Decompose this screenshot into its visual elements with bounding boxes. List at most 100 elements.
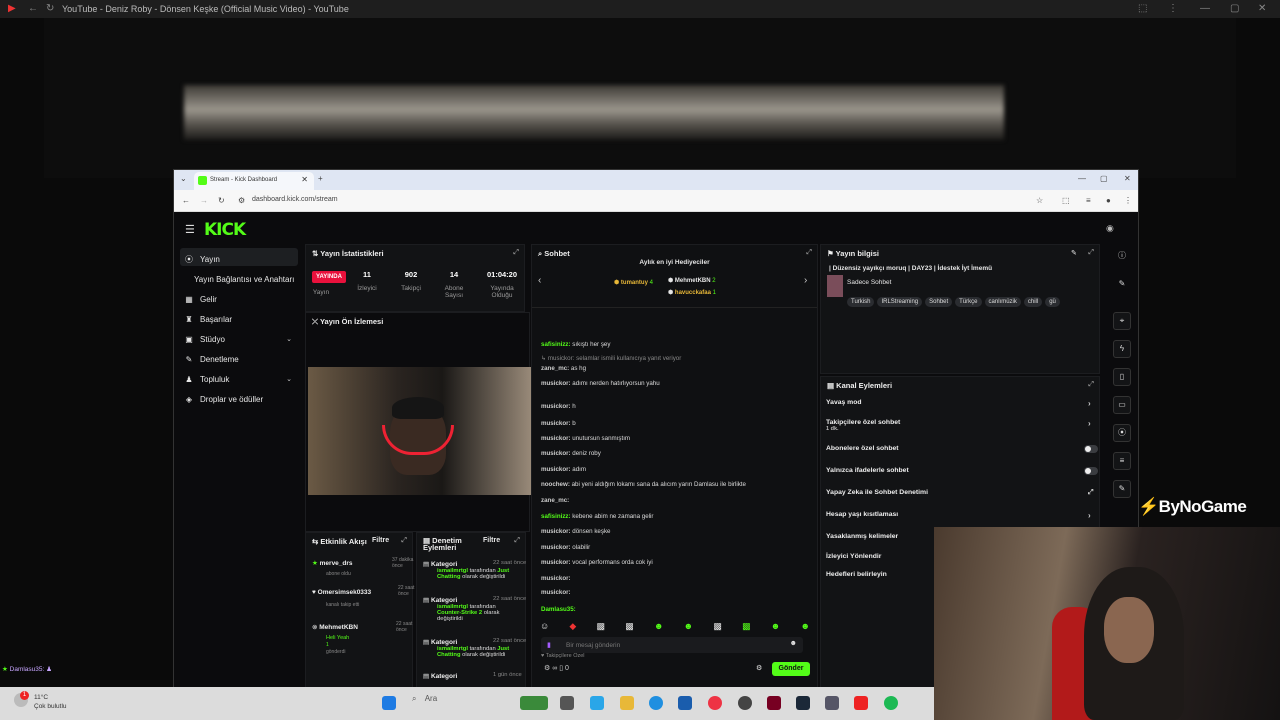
emote-icon[interactable]: ☻ xyxy=(654,621,663,632)
menu-icon[interactable]: ⋮ xyxy=(1168,3,1178,14)
activity-filter-button[interactable]: Filtre xyxy=(372,537,389,544)
maximize-icon[interactable]: ▢ xyxy=(1100,174,1108,183)
channel-action-item[interactable]: Yavaş mod › xyxy=(826,399,1091,408)
chat-username[interactable]: musickor: xyxy=(541,528,571,535)
sidebar-item-denetleme[interactable]: ✎ Denetleme xyxy=(180,348,298,366)
chat-username[interactable]: musickor: xyxy=(541,559,571,566)
steam-icon[interactable] xyxy=(796,696,810,710)
chat-username[interactable]: noochew: xyxy=(541,481,570,488)
emote-icon[interactable]: ☻ xyxy=(684,621,693,632)
expand-icon[interactable]: ⤢ xyxy=(513,249,519,257)
media-icon[interactable]: ≡ xyxy=(1086,196,1091,205)
send-button[interactable]: Gönder xyxy=(772,662,810,676)
trash-icon[interactable]: ▯ xyxy=(559,665,563,672)
app-icon[interactable] xyxy=(825,696,839,710)
channel-action-item[interactable]: Yapay Zeka ile Sohbet Denetimi ⤢ xyxy=(826,489,1094,496)
emoji-icon[interactable]: ☻ xyxy=(790,640,797,647)
loop-icon[interactable]: ∞ xyxy=(552,665,557,672)
wrench-icon[interactable]: ✎ xyxy=(1113,480,1131,498)
widgets-icon[interactable] xyxy=(520,696,548,710)
settings-icon[interactable]: ⚙ xyxy=(756,664,762,672)
chat-username[interactable]: musickor: xyxy=(541,420,571,427)
youtube-video[interactable] xyxy=(44,18,1236,178)
emote-icon[interactable]: ☻ xyxy=(800,621,809,632)
channel-action-item[interactable]: İzleyici Yönlendir xyxy=(826,553,881,560)
chat-username[interactable]: musickor: xyxy=(541,403,571,410)
pen-icon[interactable]: ✎ xyxy=(1113,276,1131,294)
emote-icon[interactable]: ▩ xyxy=(597,621,606,632)
chat-icon[interactable]: ▭ xyxy=(1113,396,1131,414)
chat-username[interactable]: safisinizz: xyxy=(541,513,571,520)
emote-icon[interactable]: ▩ xyxy=(742,621,751,632)
channel-action-item[interactable]: Yalnızca ifadelerle sohbet xyxy=(826,467,1098,475)
chat-username[interactable]: musickor: xyxy=(541,380,571,387)
chat-username[interactable]: musickor: xyxy=(541,466,571,473)
chat-username[interactable]: musickor: xyxy=(541,450,571,457)
chat-username[interactable]: safisinizz: xyxy=(541,341,571,348)
stream-preview-video[interactable] xyxy=(308,367,532,495)
hamburger-icon[interactable]: ☰ xyxy=(185,223,195,236)
expand-icon[interactable]: ⤢ xyxy=(806,249,812,257)
app-icon[interactable] xyxy=(678,696,692,710)
toggle-switch[interactable] xyxy=(1084,467,1098,475)
user-avatar[interactable]: ◉ xyxy=(1106,223,1114,234)
channel-action-item[interactable]: Hesap yaşı kısıtlaması › xyxy=(826,511,1091,520)
chrome-icon[interactable] xyxy=(708,696,722,710)
broadcast-icon[interactable]: ⦿ xyxy=(1113,424,1131,442)
close-icon[interactable]: ✕ xyxy=(1258,3,1266,14)
obs-icon[interactable] xyxy=(738,696,752,710)
emote-icon[interactable]: ▩ xyxy=(625,621,634,632)
browser-menu-icon[interactable]: ⋮ xyxy=(1124,196,1132,205)
chat-username[interactable]: zane_mc: xyxy=(541,497,569,504)
chevron-left-icon[interactable]: ‹ xyxy=(538,275,541,286)
tab-close-icon[interactable]: ✕ xyxy=(301,175,308,184)
edge-icon[interactable] xyxy=(649,696,663,710)
youtube-icon[interactable] xyxy=(854,696,868,710)
info-icon[interactable]: ⓘ xyxy=(1113,248,1131,266)
reload-icon[interactable]: ↻ xyxy=(218,196,225,205)
extension-icon[interactable]: ⬚ xyxy=(1062,196,1070,205)
sidebar-item-studyo[interactable]: ▣ Stüdyo ⌄ xyxy=(180,328,298,346)
tag-chip[interactable]: IRLStreaming xyxy=(877,297,923,307)
tag-chip[interactable]: chill xyxy=(1023,297,1043,307)
channel-action-item[interactable]: Abonelere özel sohbet xyxy=(826,445,1098,453)
reload-icon[interactable]: ↻ xyxy=(46,3,54,14)
close-icon[interactable]: ✕ xyxy=(1124,174,1131,183)
back-icon[interactable]: ← xyxy=(28,3,38,14)
emote-icon[interactable]: ▩ xyxy=(713,621,722,632)
channel-action-item[interactable]: Takipçilere özel sohbet 1 dk. › xyxy=(826,419,1091,432)
expand-icon[interactable]: ⤢ xyxy=(514,537,520,545)
forward-icon[interactable]: → xyxy=(200,196,208,205)
chat-username[interactable]: musickor: xyxy=(541,575,571,582)
chat-input[interactable]: ▮ Bir mesaj gönderin ☻ xyxy=(541,637,803,653)
windows-start-icon[interactable] xyxy=(382,696,396,710)
new-tab-icon[interactable]: + xyxy=(318,174,323,183)
sidebar-item-gelir[interactable]: ▦ Gelir xyxy=(180,288,298,306)
trash-icon[interactable]: ▯ xyxy=(1113,368,1131,386)
store-icon[interactable] xyxy=(590,696,604,710)
tag-chip[interactable]: Turkish xyxy=(847,297,875,307)
emote-icon[interactable]: ☺ xyxy=(540,621,549,632)
chat-username[interactable]: musickor: xyxy=(541,435,571,442)
task-view-icon[interactable] xyxy=(560,696,574,710)
folder-icon[interactable] xyxy=(620,696,634,710)
tag-chip[interactable]: Türkçe xyxy=(955,297,982,307)
chat-username[interactable]: zane_mc: xyxy=(541,365,569,372)
channel-action-item[interactable]: Yasaklanmış kelimeler xyxy=(826,533,898,540)
crosshair-icon[interactable]: ⌖ xyxy=(1113,312,1131,330)
expand-icon[interactable]: ⤢ xyxy=(1088,249,1094,257)
sidebar-item-basarilar[interactable]: ♜ Başarılar xyxy=(180,308,298,326)
tab-search-icon[interactable]: ⌄ xyxy=(180,174,187,183)
app-icon[interactable] xyxy=(767,696,781,710)
sidebar-item-yayin[interactable]: ⦿ Yayın xyxy=(180,248,298,266)
sidebar-item-key[interactable]: Yayın Bağlantısı ve Anahtarı xyxy=(180,268,298,286)
chat-username[interactable]: musickor: xyxy=(541,589,571,596)
minimize-icon[interactable]: — xyxy=(1078,174,1086,183)
tag-chip[interactable]: canlımüzik xyxy=(984,297,1021,307)
kick-logo[interactable]: KICK xyxy=(204,220,246,240)
tag-chip[interactable]: Sohbet xyxy=(925,297,953,307)
chat-username[interactable]: musickor: xyxy=(541,544,571,551)
emote-icon[interactable]: ☻ xyxy=(771,621,780,632)
chevron-right-icon[interactable]: › xyxy=(804,275,807,286)
url-field[interactable]: dashboard.kick.com/stream xyxy=(252,196,338,203)
